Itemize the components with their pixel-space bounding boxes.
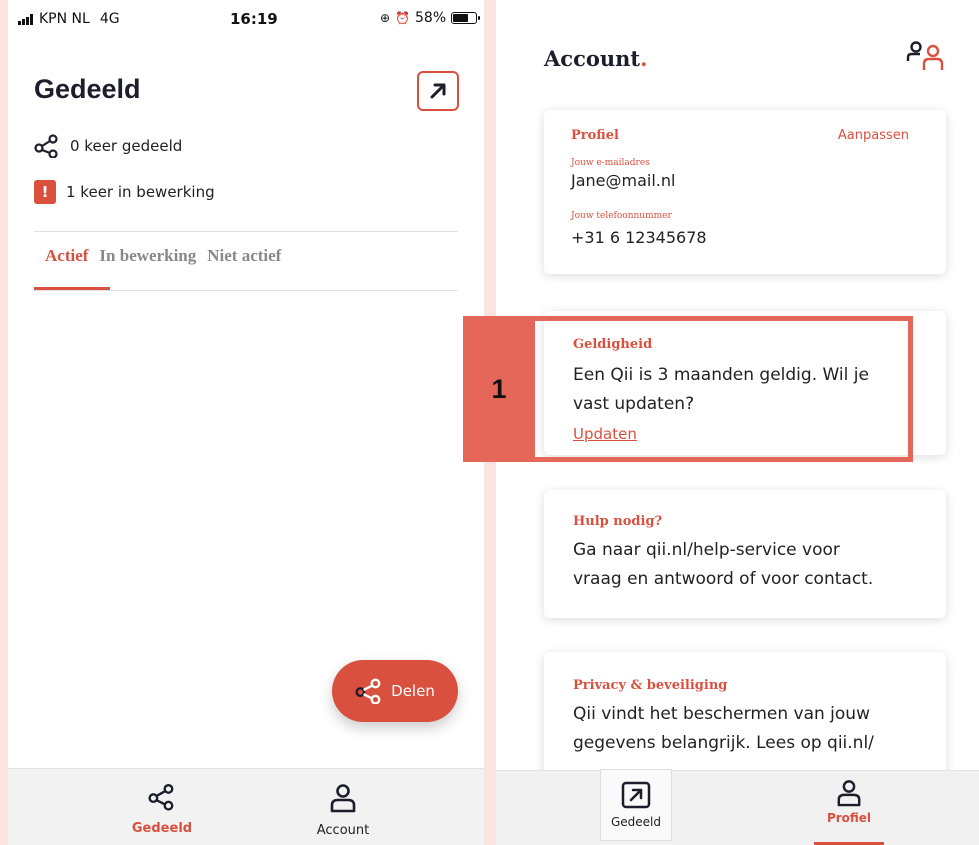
tab-niet-actief[interactable]: Niet actief xyxy=(207,246,290,266)
divider xyxy=(34,290,458,291)
profile-heading: Profiel xyxy=(571,128,619,143)
status-right: ⊕ ⏰ 58% xyxy=(380,10,481,26)
privacy-text-line: Qii vindt het beschermen van jouw xyxy=(573,704,870,724)
phone-label: Jouw telefoonnummer xyxy=(571,211,672,221)
users-icon xyxy=(906,41,944,70)
help-card: Hulp nodig? Ga naar qii.nl/help-service … xyxy=(544,490,946,618)
help-heading: Hulp nodig? xyxy=(573,514,663,529)
share-fab-button[interactable]: Delen xyxy=(332,660,458,722)
shared-screen: KPN NL 4G 16:19 ⊕ ⏰ 58% Gedeeld 0 keer g… xyxy=(8,0,484,845)
tab-actief[interactable]: Actief xyxy=(34,246,97,266)
share-icon xyxy=(34,134,58,158)
accounts-button[interactable] xyxy=(906,40,950,76)
status-tabs: Actief In bewerking Niet actief xyxy=(34,246,292,266)
help-text: Ga naar qii.nl/help-service voor vraag e… xyxy=(573,536,873,594)
status-bar: KPN NL 4G 16:19 ⊕ ⏰ 58% xyxy=(8,0,484,38)
email-label: Jouw e-mailadres xyxy=(571,158,650,168)
share-out-button[interactable] xyxy=(417,71,459,111)
carrier-name: KPN NL xyxy=(39,11,90,27)
profile-card: Profiel Aanpassen Jouw e-mailadres Jane@… xyxy=(544,110,946,274)
phone-value: +31 6 12345678 xyxy=(571,228,707,247)
battery-icon xyxy=(451,12,481,24)
nav-label-account: Account xyxy=(316,823,370,838)
person-icon xyxy=(837,780,861,807)
status-time: 16:19 xyxy=(230,10,278,28)
privacy-text-line: gegevens belangrijk. Lees op qii.nl/ xyxy=(573,733,874,753)
bottom-nav: Gedeeld Account xyxy=(8,768,484,845)
battery-percent: 58% xyxy=(415,10,447,26)
tab-in-bewerking[interactable]: In bewerking xyxy=(99,246,205,266)
page-title: Account. xyxy=(544,46,647,71)
orientation-lock-icon: ⊕ xyxy=(380,11,391,25)
nav-item-gedeeld[interactable]: Gedeeld xyxy=(600,769,672,841)
title-dot: . xyxy=(640,46,648,71)
in-edit-count-row: ! 1 keer in bewerking xyxy=(34,180,215,204)
privacy-text: Qii vindt het beschermen van jouw gegeve… xyxy=(573,700,874,758)
nav-item-account[interactable]: Account xyxy=(283,769,403,845)
annotation-number: 1 xyxy=(463,316,535,462)
help-text-line: vraag en antwoord of voor contact. xyxy=(573,569,874,589)
page-title: Gedeeld xyxy=(34,74,141,104)
bottom-nav: Gedeeld Profiel xyxy=(496,769,979,845)
arrow-up-right-icon xyxy=(621,781,651,809)
arrow-up-right-icon xyxy=(430,83,446,99)
nav-item-gedeeld[interactable]: Gedeeld xyxy=(102,769,222,845)
nav-label-profiel: Profiel xyxy=(826,811,872,825)
carrier-info: KPN NL 4G xyxy=(18,11,120,27)
person-icon xyxy=(330,784,356,813)
share-icon xyxy=(148,783,174,811)
shared-count-text: 0 keer gedeeld xyxy=(70,137,183,155)
nav-label-gedeeld: Gedeeld xyxy=(610,815,661,829)
share-fab-label: Delen xyxy=(391,682,435,700)
in-edit-count-text: 1 keer in bewerking xyxy=(66,183,215,201)
share-icon xyxy=(355,678,381,704)
divider xyxy=(34,231,458,232)
email-value: Jane@mail.nl xyxy=(571,171,676,190)
privacy-heading: Privacy & beveiliging xyxy=(573,678,728,693)
network-type: 4G xyxy=(99,11,120,27)
signal-icon xyxy=(18,13,33,25)
warning-icon: ! xyxy=(34,180,56,204)
nav-item-profiel[interactable]: Profiel xyxy=(814,771,884,845)
page-title-text: Account xyxy=(544,46,641,71)
alarm-icon: ⏰ xyxy=(395,11,411,25)
shared-count-row: 0 keer gedeeld xyxy=(34,134,182,158)
nav-label-gedeeld: Gedeeld xyxy=(131,821,193,836)
edit-profile-link[interactable]: Aanpassen xyxy=(838,128,909,143)
help-text-line: Ga naar qii.nl/help-service voor xyxy=(573,540,840,560)
